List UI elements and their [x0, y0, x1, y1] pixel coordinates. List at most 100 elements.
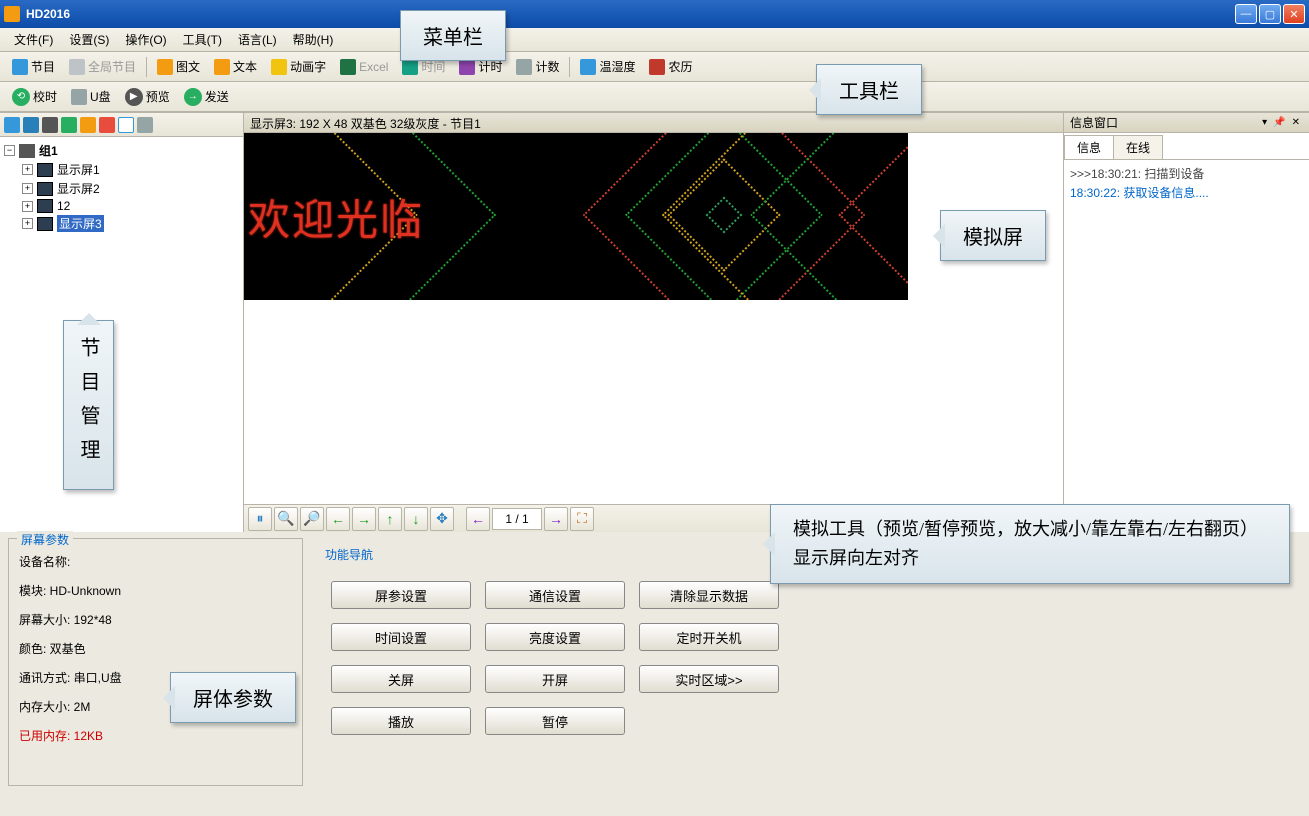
- info-pin-icon[interactable]: 📌: [1270, 117, 1288, 128]
- toolbar-actions: ⟲校时 U盘 ▶预览 →发送: [0, 82, 1309, 112]
- func-button-grid: 屏参设置 通信设置 清除显示数据 时间设置 亮度设置 定时开关机 关屏 开屏 实…: [321, 567, 1291, 749]
- titlebar: HD2016 — ▢ ✕: [0, 0, 1309, 28]
- info-dropdown-icon[interactable]: ▾: [1259, 117, 1270, 128]
- menu-tools[interactable]: 工具(T): [175, 28, 230, 51]
- maximize-button[interactable]: ▢: [1259, 4, 1281, 24]
- separator: [569, 57, 570, 77]
- sim-fit[interactable]: ⛶: [570, 507, 594, 531]
- tb-image-text[interactable]: 图文: [151, 55, 206, 78]
- sim-left[interactable]: ←: [326, 507, 350, 531]
- btn-brightness[interactable]: 亮度设置: [485, 623, 625, 651]
- sim-move[interactable]: ✥: [430, 507, 454, 531]
- sim-prev-page[interactable]: ←: [466, 507, 490, 531]
- param-module: 模块: HD-Unknown: [19, 576, 292, 605]
- tree-down-icon[interactable]: [80, 117, 96, 133]
- expander-icon[interactable]: +: [22, 218, 33, 229]
- tb-anim-text[interactable]: 动画字: [265, 55, 332, 78]
- excel-icon: [340, 59, 356, 75]
- sim-next-page[interactable]: →: [544, 507, 568, 531]
- btn-clear-data[interactable]: 清除显示数据: [639, 581, 779, 609]
- tb-program[interactable]: 节目: [6, 55, 61, 78]
- tree-root[interactable]: − 组1: [4, 141, 239, 160]
- led-screen-preview[interactable]: 欢迎光临: [244, 133, 908, 300]
- menu-file[interactable]: 文件(F): [6, 28, 61, 51]
- tree-item-3[interactable]: +显示屏3: [22, 214, 239, 233]
- play-icon: ▶: [125, 88, 143, 106]
- tb-lunar[interactable]: 农历: [643, 55, 698, 78]
- param-device-name: 设备名称:: [19, 547, 292, 576]
- sim-down[interactable]: ↓: [404, 507, 428, 531]
- temp-icon: [580, 59, 596, 75]
- tb-count[interactable]: 计数: [510, 55, 565, 78]
- main-area: − 组1 +显示屏1 +显示屏2 +12 +显示屏3 显示屏3: 192 X 4…: [0, 112, 1309, 532]
- preview-area: 欢迎光临: [244, 133, 1063, 504]
- tab-online[interactable]: 在线: [1113, 135, 1163, 159]
- tree-check-icon[interactable]: [118, 117, 134, 133]
- tree-save-icon[interactable]: [23, 117, 39, 133]
- btn-screen-off[interactable]: 关屏: [331, 665, 471, 693]
- program-tree[interactable]: − 组1 +显示屏1 +显示屏2 +12 +显示屏3: [0, 137, 243, 237]
- tree-new-icon[interactable]: [4, 117, 20, 133]
- expander-icon[interactable]: +: [22, 201, 33, 212]
- usb-icon: [71, 89, 87, 105]
- log-line-0: >>>18:30:21: 扫描到设备: [1070, 164, 1303, 183]
- sim-right[interactable]: →: [352, 507, 376, 531]
- group-icon: [19, 144, 35, 158]
- menu-settings[interactable]: 设置(S): [61, 28, 117, 51]
- tree-screen-icon[interactable]: [42, 117, 58, 133]
- tree-item-2[interactable]: +12: [22, 198, 239, 214]
- sim-pause[interactable]: ⏸: [248, 507, 272, 531]
- menu-operation[interactable]: 操作(O): [117, 28, 174, 51]
- tb-preview[interactable]: ▶预览: [119, 85, 176, 109]
- sim-up[interactable]: ↑: [378, 507, 402, 531]
- menu-language[interactable]: 语言(L): [230, 28, 285, 51]
- clock-icon: ⟲: [12, 88, 30, 106]
- imagetext-icon: [157, 59, 173, 75]
- close-button[interactable]: ✕: [1283, 4, 1305, 24]
- tb-text[interactable]: 文本: [208, 55, 263, 78]
- tree-up-icon[interactable]: [61, 117, 77, 133]
- btn-comm-setting[interactable]: 通信设置: [485, 581, 625, 609]
- tree-delete-icon[interactable]: [99, 117, 115, 133]
- expander-icon[interactable]: −: [4, 145, 15, 156]
- sim-zoom-out[interactable]: 🔎: [300, 507, 324, 531]
- tree-item-1[interactable]: +显示屏2: [22, 179, 239, 198]
- info-close-icon[interactable]: ✕: [1289, 117, 1303, 128]
- app-icon: [4, 6, 20, 22]
- tb-udisk[interactable]: U盘: [65, 85, 117, 108]
- expander-icon[interactable]: +: [22, 183, 33, 194]
- tb-temp-humidity[interactable]: 温湿度: [574, 55, 641, 78]
- btn-play[interactable]: 播放: [331, 707, 471, 735]
- tb-timesync[interactable]: ⟲校时: [6, 85, 63, 109]
- expander-icon[interactable]: +: [22, 164, 33, 175]
- lunar-icon: [649, 59, 665, 75]
- btn-pause[interactable]: 暂停: [485, 707, 625, 735]
- btn-time-setting[interactable]: 时间设置: [331, 623, 471, 651]
- tree-item-0[interactable]: +显示屏1: [22, 160, 239, 179]
- animtext-icon: [271, 59, 287, 75]
- menubar: 文件(F) 设置(S) 操作(O) 工具(T) 语言(L) 帮助(H): [0, 28, 1309, 52]
- tb-excel[interactable]: Excel: [334, 56, 394, 78]
- callout-screen-body-params: 屏体参数: [170, 672, 296, 723]
- info-log: >>>18:30:21: 扫描到设备 18:30:22: 获取设备信息....: [1064, 160, 1309, 206]
- minimize-button[interactable]: —: [1235, 4, 1257, 24]
- preview-panel: 显示屏3: 192 X 48 双基色 32级灰度 - 节目1 欢迎光临 ⏸ 🔍 …: [244, 113, 1063, 532]
- tb-send[interactable]: →发送: [178, 85, 235, 109]
- separator: [146, 57, 147, 77]
- btn-screen-param[interactable]: 屏参设置: [331, 581, 471, 609]
- toolbar-main: 节目 全局节目 图文 文本 动画字 Excel 时间 计时 计数 温湿度 农历: [0, 52, 1309, 82]
- sim-page-indicator: 1 / 1: [492, 508, 542, 530]
- btn-schedule[interactable]: 定时开关机: [639, 623, 779, 651]
- btn-realtime[interactable]: 实时区域>>: [639, 665, 779, 693]
- screen-icon: [37, 163, 53, 177]
- sim-zoom-in[interactable]: 🔍: [274, 507, 298, 531]
- param-color: 颜色: 双基色: [19, 634, 292, 663]
- preview-header: 显示屏3: 192 X 48 双基色 32级灰度 - 节目1: [244, 113, 1063, 133]
- tree-refresh-icon[interactable]: [137, 117, 153, 133]
- tab-info[interactable]: 信息: [1064, 135, 1114, 159]
- btn-screen-on[interactable]: 开屏: [485, 665, 625, 693]
- global-program-icon: [69, 59, 85, 75]
- menu-help[interactable]: 帮助(H): [285, 28, 342, 51]
- tb-global-program[interactable]: 全局节目: [63, 55, 142, 78]
- param-screen-size: 屏幕大小: 192*48: [19, 605, 292, 634]
